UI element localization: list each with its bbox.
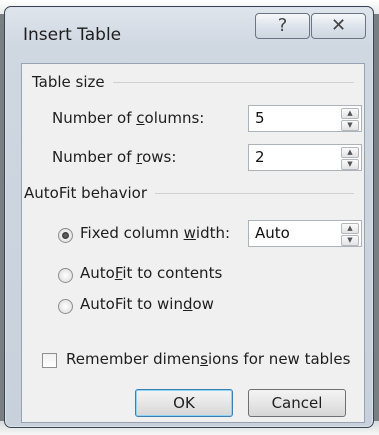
- table-size-group-label: Table size: [32, 73, 105, 91]
- fixed-width-radio[interactable]: [58, 228, 73, 243]
- columns-down-arrow-icon[interactable]: ▼: [341, 120, 359, 131]
- remember-dimensions-label[interactable]: Remember dimensions for new tables: [66, 350, 350, 368]
- autofit-contents-radio[interactable]: [58, 268, 73, 283]
- group-divider: [155, 192, 354, 194]
- table-size-group-header: Table size: [32, 73, 354, 91]
- fixed-width-up-arrow-icon[interactable]: ▲: [341, 223, 359, 234]
- fixed-width-spin-arrows: ▲ ▼: [341, 223, 359, 246]
- rows-label: Number of rows:: [52, 148, 177, 166]
- rows-up-arrow-icon[interactable]: ▲: [341, 147, 359, 158]
- ok-button[interactable]: OK: [135, 389, 233, 417]
- cancel-button[interactable]: Cancel: [248, 389, 346, 417]
- close-icon: ✕: [330, 15, 347, 36]
- fixed-width-value[interactable]: Auto: [255, 224, 290, 242]
- autofit-window-radio[interactable]: [58, 299, 73, 314]
- radio-selected-dot-icon: [62, 232, 69, 239]
- group-divider: [112, 81, 354, 83]
- columns-label: Number of columns:: [52, 109, 205, 127]
- remember-dimensions-checkbox[interactable]: [42, 353, 57, 368]
- dialog-body: Table size Number of columns: 5 ▲ ▼ Numb…: [21, 63, 365, 423]
- rows-spinbox[interactable]: 2 ▲ ▼: [248, 144, 362, 171]
- close-button[interactable]: ✕: [311, 13, 366, 39]
- columns-up-arrow-icon[interactable]: ▲: [341, 108, 359, 119]
- fixed-width-down-arrow-icon[interactable]: ▼: [341, 235, 359, 246]
- autofit-group-header: AutoFit behavior: [24, 184, 354, 202]
- help-icon: ?: [277, 15, 288, 36]
- fixed-width-spinbox[interactable]: Auto ▲ ▼: [248, 220, 362, 247]
- rows-down-arrow-icon[interactable]: ▼: [341, 159, 359, 170]
- columns-value[interactable]: 5: [255, 109, 265, 127]
- fixed-width-label[interactable]: Fixed column width:: [80, 224, 230, 242]
- autofit-group-label: AutoFit behavior: [24, 184, 148, 202]
- columns-spinbox[interactable]: 5 ▲ ▼: [248, 105, 362, 132]
- dialog-title: Insert Table: [23, 25, 122, 45]
- autofit-window-label[interactable]: AutoFit to window: [80, 295, 214, 313]
- help-button[interactable]: ?: [255, 13, 310, 39]
- rows-spin-arrows: ▲ ▼: [341, 147, 359, 170]
- rows-value[interactable]: 2: [255, 148, 265, 166]
- columns-spin-arrows: ▲ ▼: [341, 108, 359, 131]
- autofit-contents-label[interactable]: AutoFit to contents: [80, 264, 222, 282]
- insert-table-dialog: Insert Table ? ✕ Table size Number of co…: [4, 6, 374, 428]
